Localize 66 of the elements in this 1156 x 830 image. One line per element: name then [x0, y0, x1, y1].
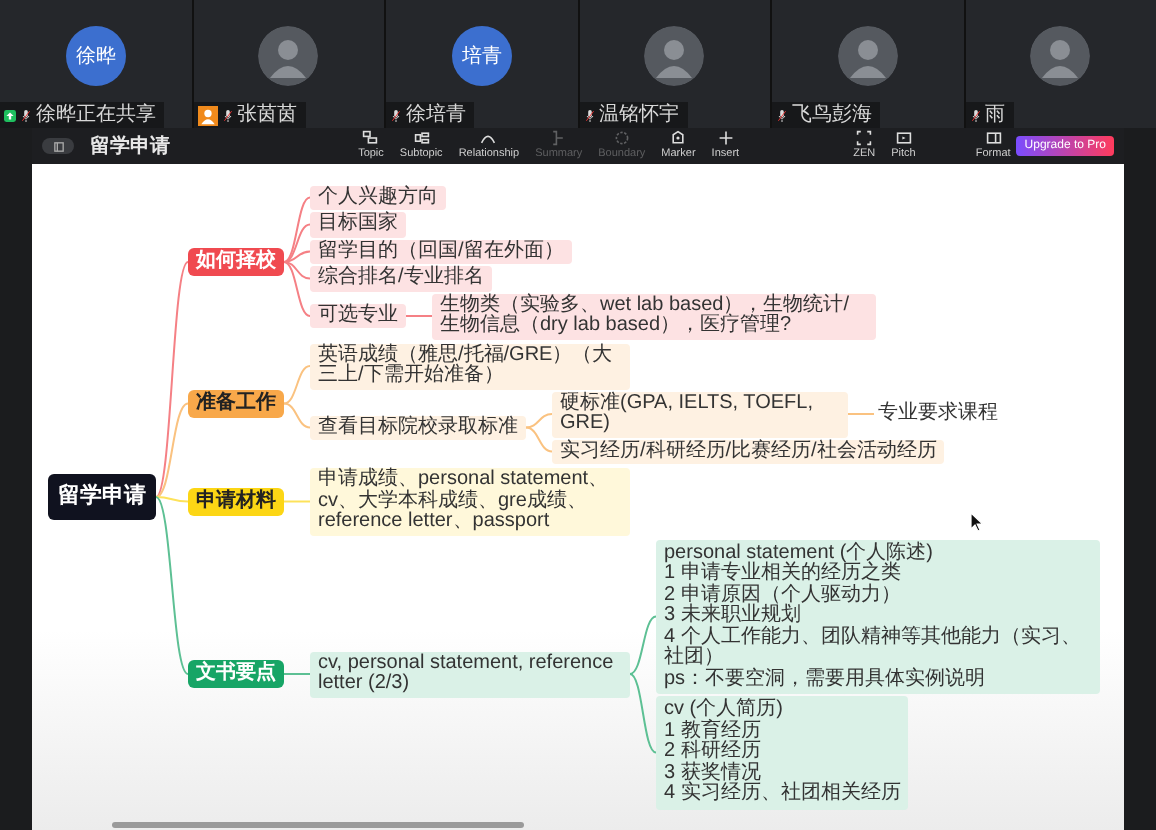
branch-topic[interactable]: 准备工作 — [188, 389, 284, 418]
subtopic[interactable]: 生物类（实验多、wet lab based），生物统计/生物信息（dry lab based），医疗管理? — [432, 293, 876, 339]
note-line: cv (个人简历) — [664, 700, 785, 720]
subtopic[interactable]: 留学目的（回国/留在外面） — [310, 239, 572, 264]
box-stack-icon — [362, 130, 379, 146]
participant-name: 温铭怀宇 — [599, 104, 679, 126]
note-line: 3 未来职业规划 — [664, 606, 803, 626]
note-line: ps：不要空洞，需要用具体实例说明 — [664, 669, 988, 690]
screen-icon — [895, 130, 912, 146]
avatar-placeholder — [644, 26, 705, 86]
connector-line — [283, 500, 311, 503]
sidebar-icon — [53, 141, 63, 151]
branch-topic[interactable]: 申请材料 — [188, 487, 284, 516]
branch-topic[interactable]: 如何择校 — [188, 247, 284, 277]
connector-line — [283, 673, 311, 675]
subtopic[interactable]: 硬标准(GPA, IELTS, TOEFL, GRE) — [552, 391, 848, 437]
note-line: 2 申请原因（个人驱动力） — [664, 585, 903, 605]
connector-line — [847, 413, 875, 415]
note-line: 1 申请专业相关的经历之类 — [664, 564, 903, 584]
corners-icon — [856, 130, 873, 146]
note-line: 1 教育经历 — [664, 721, 763, 741]
subtopic[interactable]: 个人兴趣方向 — [310, 185, 446, 210]
subtopic[interactable]: 实习经历/科研经历/比赛经历/社会活动经历 — [552, 439, 945, 464]
avatar-placeholder — [258, 26, 319, 86]
participant-name: 徐培青 — [406, 104, 466, 126]
note-line: 4 实习经历、社团相关经历 — [664, 784, 901, 805]
connector-line — [405, 315, 433, 317]
badge-icon — [670, 130, 687, 146]
participant-name: 雨 — [985, 104, 1005, 126]
sidebar-button[interactable] — [42, 138, 74, 154]
avatar-placeholder — [837, 26, 898, 86]
avatar-placeholder — [1030, 26, 1091, 86]
subtopic[interactable]: 英语成绩（雅思/托福/GRE）（大三上/下需开始准备） — [310, 343, 630, 389]
arrow-cursor-icon — [970, 512, 984, 532]
root-topic[interactable]: 留学申请 — [48, 474, 156, 520]
participant-name: 徐晔正在共享 — [36, 104, 156, 126]
microphone-icon — [20, 109, 32, 121]
connector-line — [629, 615, 657, 675]
microphone-icon — [221, 109, 233, 121]
microphone-icon — [776, 109, 788, 121]
note-line: 2 科研经历 — [664, 742, 763, 762]
dashed-circle-icon — [613, 130, 630, 146]
subtopic[interactable]: 查看目标院校录取标准 — [310, 415, 526, 440]
participant-name: 飞鸟彭海 — [792, 104, 872, 126]
bracket-icon — [550, 130, 567, 146]
subtopic[interactable]: 可选专业 — [310, 303, 406, 329]
scrollbar[interactable] — [112, 822, 524, 828]
subtopic[interactable]: 专业要求课程 — [874, 401, 1002, 427]
connector-line — [629, 673, 657, 754]
subtopic[interactable]: 综合排名/专业排名 — [310, 266, 492, 291]
microphone-icon — [583, 109, 595, 121]
note-line: 3 获奖情况 — [664, 763, 763, 783]
note-line: personal statement (个人陈述) — [664, 543, 935, 563]
avatar-initials: 徐晔 — [65, 26, 126, 86]
microphone-icon — [390, 109, 402, 121]
plus-icon — [717, 130, 734, 146]
subtopic[interactable]: cv, personal statement, reference letter (2/3) — [310, 651, 630, 697]
subtopic[interactable]: 目标国家 — [310, 212, 406, 237]
curve-icon — [480, 130, 497, 146]
panel-icon — [985, 130, 1002, 146]
box-pair-icon — [413, 130, 430, 146]
document-title: 留学申请 — [90, 133, 170, 160]
participant-name: 张茵茵 — [237, 104, 297, 126]
avatar-initials: 培青 — [451, 26, 512, 86]
subtopic[interactable]: 申请成绩、personal statement、cv、大学本科成绩、gre成绩、reference letter、passport — [310, 468, 630, 535]
microphone-icon — [969, 109, 981, 121]
